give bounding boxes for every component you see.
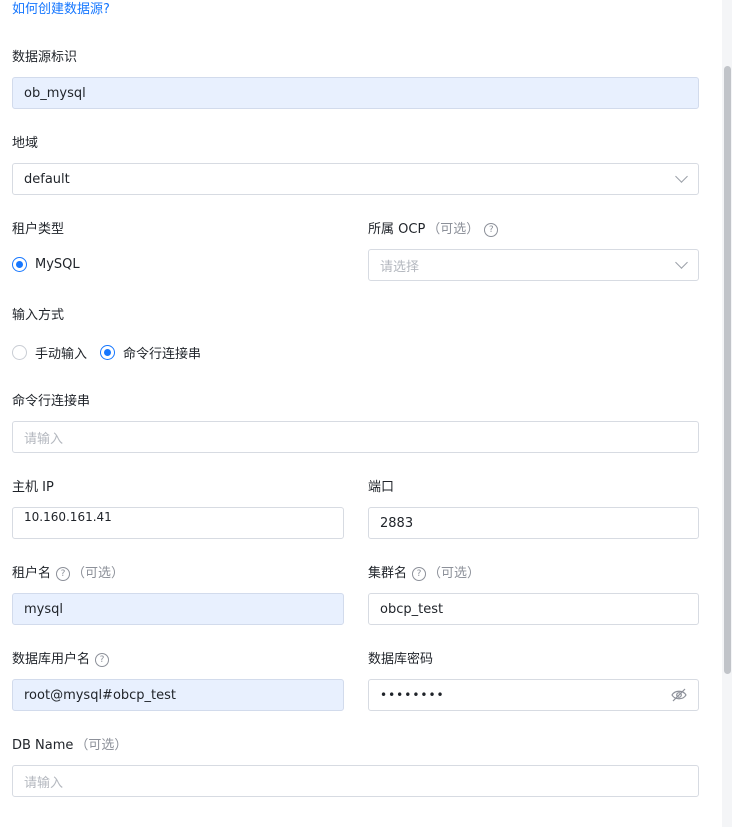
port-label: 端口 <box>368 480 395 495</box>
help-icon[interactable]: ? <box>56 567 71 581</box>
db-name-optional: （可选） <box>75 738 128 753</box>
db-username-input[interactable]: root@mysql#obcp_test <box>12 679 344 711</box>
radio-unchecked-icon <box>12 345 27 360</box>
port-input[interactable]: 2883 <box>368 507 699 539</box>
help-icon[interactable]: ? <box>484 223 499 237</box>
input-method-manual-label: 手动输入 <box>35 347 88 362</box>
vertical-scrollbar[interactable] <box>722 0 732 827</box>
chevron-down-icon <box>675 170 688 183</box>
tenant-type-mysql-radio[interactable]: MySQL <box>12 257 80 272</box>
db-username-value: root@mysql#obcp_test <box>24 687 177 703</box>
cmd-string-input[interactable]: 请输入 <box>12 421 699 453</box>
ocp-optional: （可选） <box>427 222 480 237</box>
datasource-id-label: 数据源标识 <box>12 50 78 65</box>
tenant-type-radio-group: MySQL <box>12 257 93 272</box>
tenant-name-optional: （可选） <box>72 566 125 581</box>
datasource-id-value: ob_mysql <box>24 85 86 101</box>
help-icon[interactable]: ? <box>412 567 427 581</box>
cluster-name-optional: （可选） <box>428 566 481 581</box>
db-password-input[interactable]: •••••••• <box>368 679 699 711</box>
ocp-label: 所属 OCP （可选） ? <box>368 221 499 239</box>
cluster-name-input[interactable]: obcp_test <box>368 593 699 625</box>
ocp-placeholder: 请选择 <box>380 259 420 275</box>
region-value: default <box>24 171 70 187</box>
input-method-cmd-label: 命令行连接串 <box>123 347 202 362</box>
tenant-type-label: 租户类型 <box>12 222 65 237</box>
tenant-name-input[interactable]: mysql <box>12 593 344 625</box>
region-label: 地域 <box>12 136 39 151</box>
cmd-string-placeholder: 请输入 <box>24 431 64 447</box>
cluster-name-value: obcp_test <box>380 601 444 617</box>
eye-off-icon[interactable] <box>671 688 687 702</box>
scrollbar-thumb[interactable] <box>724 66 731 674</box>
tenant-name-label: 租户名 ? （可选） <box>12 566 125 581</box>
host-ip-label: 主机 IP <box>12 480 54 495</box>
db-name-label: DB Name （可选） <box>12 738 128 753</box>
radio-checked-icon <box>12 257 27 272</box>
radio-checked-icon <box>100 345 116 360</box>
input-method-label: 输入方式 <box>12 308 65 323</box>
help-icon[interactable]: ? <box>95 653 110 667</box>
region-select[interactable]: default <box>12 163 699 195</box>
input-method-radio-group: 手动输入 命令行连接串 <box>12 343 214 362</box>
db-name-input[interactable]: 请输入 <box>12 765 699 797</box>
cmd-string-label: 命令行连接串 <box>12 394 91 409</box>
db-password-value: •••••••• <box>380 688 445 702</box>
input-method-manual-radio[interactable]: 手动输入 <box>12 343 87 362</box>
ocp-select[interactable]: 请选择 <box>368 249 699 281</box>
port-value: 2883 <box>380 515 414 531</box>
datasource-id-input[interactable]: ob_mysql <box>12 77 699 109</box>
tenant-type-mysql-label: MySQL <box>35 257 80 272</box>
host-ip-value: 10.160.161.41 <box>24 510 112 524</box>
input-method-cmd-radio[interactable]: 命令行连接串 <box>100 343 201 362</box>
db-name-placeholder: 请输入 <box>24 775 64 791</box>
db-username-label: 数据库用户名 ? <box>12 651 110 669</box>
how-to-create-datasource-link[interactable]: 如何创建数据源? <box>12 2 110 18</box>
chevron-down-icon <box>675 256 688 269</box>
db-password-label: 数据库密码 <box>368 652 434 667</box>
tenant-name-value: mysql <box>24 601 63 617</box>
host-ip-input[interactable]: 10.160.161.41 <box>12 507 344 539</box>
cluster-name-label: 集群名 ? （可选） <box>368 566 481 581</box>
